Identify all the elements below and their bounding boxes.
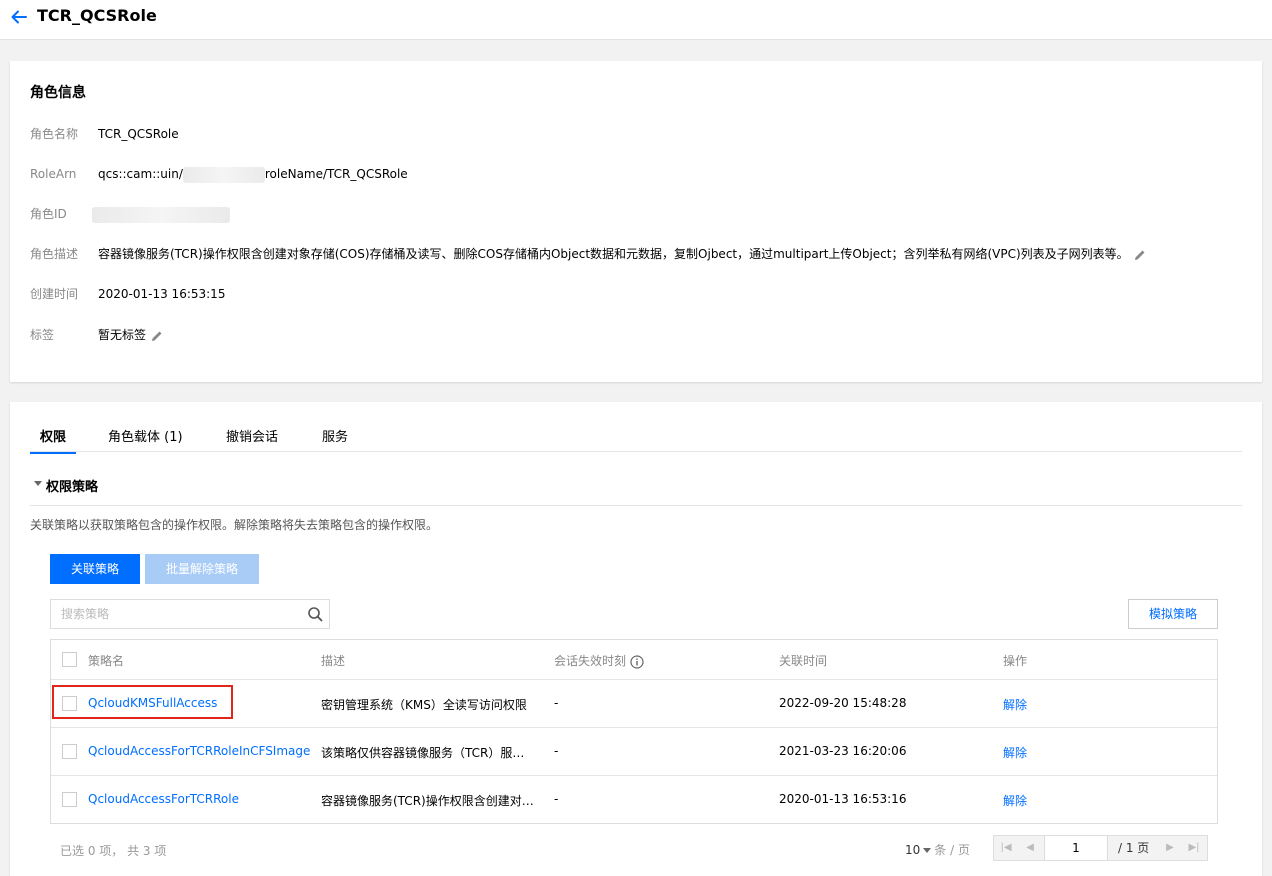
- role-info-title: 角色信息: [30, 85, 86, 101]
- column-header-description: 描述: [321, 654, 346, 668]
- column-header-session-expiry-label: 会话失效时刻: [554, 654, 627, 668]
- attach-time-cell: 2020-01-13 16:53:16: [779, 792, 907, 806]
- collapse-triangle-icon[interactable]: [34, 481, 42, 486]
- session-expiry-cell: -: [554, 696, 559, 710]
- select-all-checkbox[interactable]: [62, 652, 77, 667]
- role-arn-prefix: qcs::cam::uin/: [98, 167, 183, 181]
- tab-bar: 权限 角色载体 (1) 撤销会话 服务: [30, 424, 1242, 454]
- attach-policy-button[interactable]: 关联策略: [50, 554, 140, 584]
- policy-search-box[interactable]: [50, 599, 330, 629]
- policy-search-input[interactable]: [51, 600, 301, 628]
- highlight-box: [52, 685, 233, 719]
- policy-table: 策略名 描述 会话失效时刻 关联时间 操作 QcloudKMSFullAcces…: [50, 639, 1218, 824]
- tags-value: 暂无标签: [98, 325, 164, 345]
- page-total: / 1 页: [1118, 841, 1150, 855]
- table-row: QcloudAccessForTCRRole 容器镜像服务(TCR)操作权限含创…: [51, 776, 1217, 824]
- batch-detach-button: 批量解除策略: [145, 554, 259, 584]
- per-page-label: 条 / 页: [934, 843, 970, 857]
- table-row: QcloudAccessForTCRRoleInCFSImage 该策略仅供容器…: [51, 728, 1217, 776]
- row-checkbox[interactable]: [62, 744, 77, 759]
- role-id-value: [92, 204, 230, 224]
- policy-section-title: 权限策略: [46, 480, 99, 495]
- role-arn-suffix: roleName/TCR_QCSRole: [264, 167, 408, 181]
- created-time-value: 2020-01-13 16:53:15: [98, 287, 226, 301]
- role-desc-label: 角色描述: [30, 247, 79, 261]
- policy-description-cell: 该策略仅供容器镜像服务（TCR）服…: [321, 746, 525, 760]
- tags-text: 暂无标签: [98, 328, 147, 342]
- tab-permissions[interactable]: 权限: [30, 428, 77, 454]
- policy-section-header[interactable]: 权限策略: [30, 474, 1242, 506]
- table-row: QcloudKMSFullAccess 密钥管理系统（KMS）全读写访问权限 -…: [51, 680, 1217, 728]
- tab-revoke-sessions[interactable]: 撤销会话: [226, 428, 278, 448]
- attach-time-cell: 2021-03-23 16:20:06: [779, 744, 907, 758]
- column-header-name: 策略名: [88, 654, 125, 668]
- tags-label: 标签: [30, 328, 55, 342]
- row-checkbox[interactable]: [62, 792, 77, 807]
- policy-description-cell: 容器镜像服务(TCR)操作权限含创建对…: [321, 794, 534, 808]
- role-name-label: 角色名称: [30, 127, 79, 141]
- created-time-label: 创建时间: [30, 287, 79, 301]
- back-arrow-icon[interactable]: [10, 8, 28, 26]
- table-footer: 已选 0 项， 共 3 项 10 条 / 页 |◀ ◀ 1 / 1 页 ▶ ▶|: [50, 834, 1218, 862]
- role-desc-text: 容器镜像服务(TCR)操作权限含创建对象存储(COS)存储桶及读写、删除COS存…: [98, 247, 1129, 261]
- permissions-card: 权限 角色载体 (1) 撤销会话 服务 权限策略 关联策略以获取策略包含的操作权…: [10, 402, 1262, 876]
- attach-time-cell: 2022-09-20 15:48:28: [779, 696, 907, 710]
- detach-link[interactable]: 解除: [1003, 696, 1027, 713]
- page-size-value: 10: [905, 843, 921, 857]
- page-title: TCR_QCSRole: [37, 6, 157, 25]
- page-size-select[interactable]: 10 条 / 页: [905, 841, 970, 858]
- column-header-actions: 操作: [1003, 654, 1028, 668]
- policy-name-link[interactable]: QcloudAccessForTCRRole: [88, 792, 239, 806]
- first-page-icon[interactable]: |◀: [994, 836, 1018, 860]
- last-page-icon[interactable]: ▶|: [1182, 836, 1206, 860]
- info-icon[interactable]: [630, 654, 644, 669]
- detach-link[interactable]: 解除: [1003, 792, 1027, 809]
- redacted-uin: [182, 166, 265, 183]
- role-arn-label: RoleArn: [30, 167, 77, 181]
- role-desc-value: 容器镜像服务(TCR)操作权限含创建对象存储(COS)存储桶及读写、删除COS存…: [98, 244, 1147, 264]
- role-arn-value: qcs::cam::uin/roleName/TCR_QCSRole: [98, 164, 408, 184]
- simulate-policy-button[interactable]: 模拟策略: [1128, 599, 1218, 629]
- pagination: |◀ ◀ 1 / 1 页 ▶ ▶|: [993, 835, 1208, 861]
- column-header-attach-time: 关联时间: [779, 654, 828, 668]
- role-name-value: TCR_QCSRole: [98, 127, 179, 141]
- policy-description: 关联策略以获取策略包含的操作权限。解除策略将失去策略包含的操作权限。: [30, 518, 439, 532]
- search-icon[interactable]: [307, 606, 323, 622]
- edit-tags-icon[interactable]: [150, 329, 164, 343]
- policy-name-link[interactable]: QcloudAccessForTCRRoleInCFSImage: [88, 744, 310, 758]
- chevron-down-icon: [923, 848, 932, 853]
- redacted-role-id: [92, 206, 230, 223]
- column-header-session-expiry: 会话失效时刻: [554, 652, 644, 669]
- tab-role-carriers[interactable]: 角色载体 (1): [108, 428, 183, 448]
- prev-page-icon[interactable]: ◀: [1018, 836, 1042, 860]
- session-expiry-cell: -: [554, 744, 559, 758]
- page-number-input[interactable]: 1: [1044, 836, 1108, 860]
- selection-summary: 已选 0 项， 共 3 项: [60, 844, 167, 858]
- tab-services[interactable]: 服务: [322, 428, 348, 448]
- role-info-card: 角色信息 角色名称 TCR_QCSRole RoleArn qcs::cam::…: [10, 61, 1262, 382]
- policy-description-cell: 密钥管理系统（KMS）全读写访问权限: [321, 698, 527, 712]
- detach-link[interactable]: 解除: [1003, 744, 1027, 761]
- next-page-icon[interactable]: ▶: [1158, 836, 1182, 860]
- role-id-label: 角色ID: [30, 207, 67, 221]
- table-header: 策略名 描述 会话失效时刻 关联时间 操作: [51, 640, 1217, 680]
- page-header: TCR_QCSRole: [0, 0, 1272, 40]
- edit-description-icon[interactable]: [1133, 248, 1147, 262]
- session-expiry-cell: -: [554, 792, 559, 806]
